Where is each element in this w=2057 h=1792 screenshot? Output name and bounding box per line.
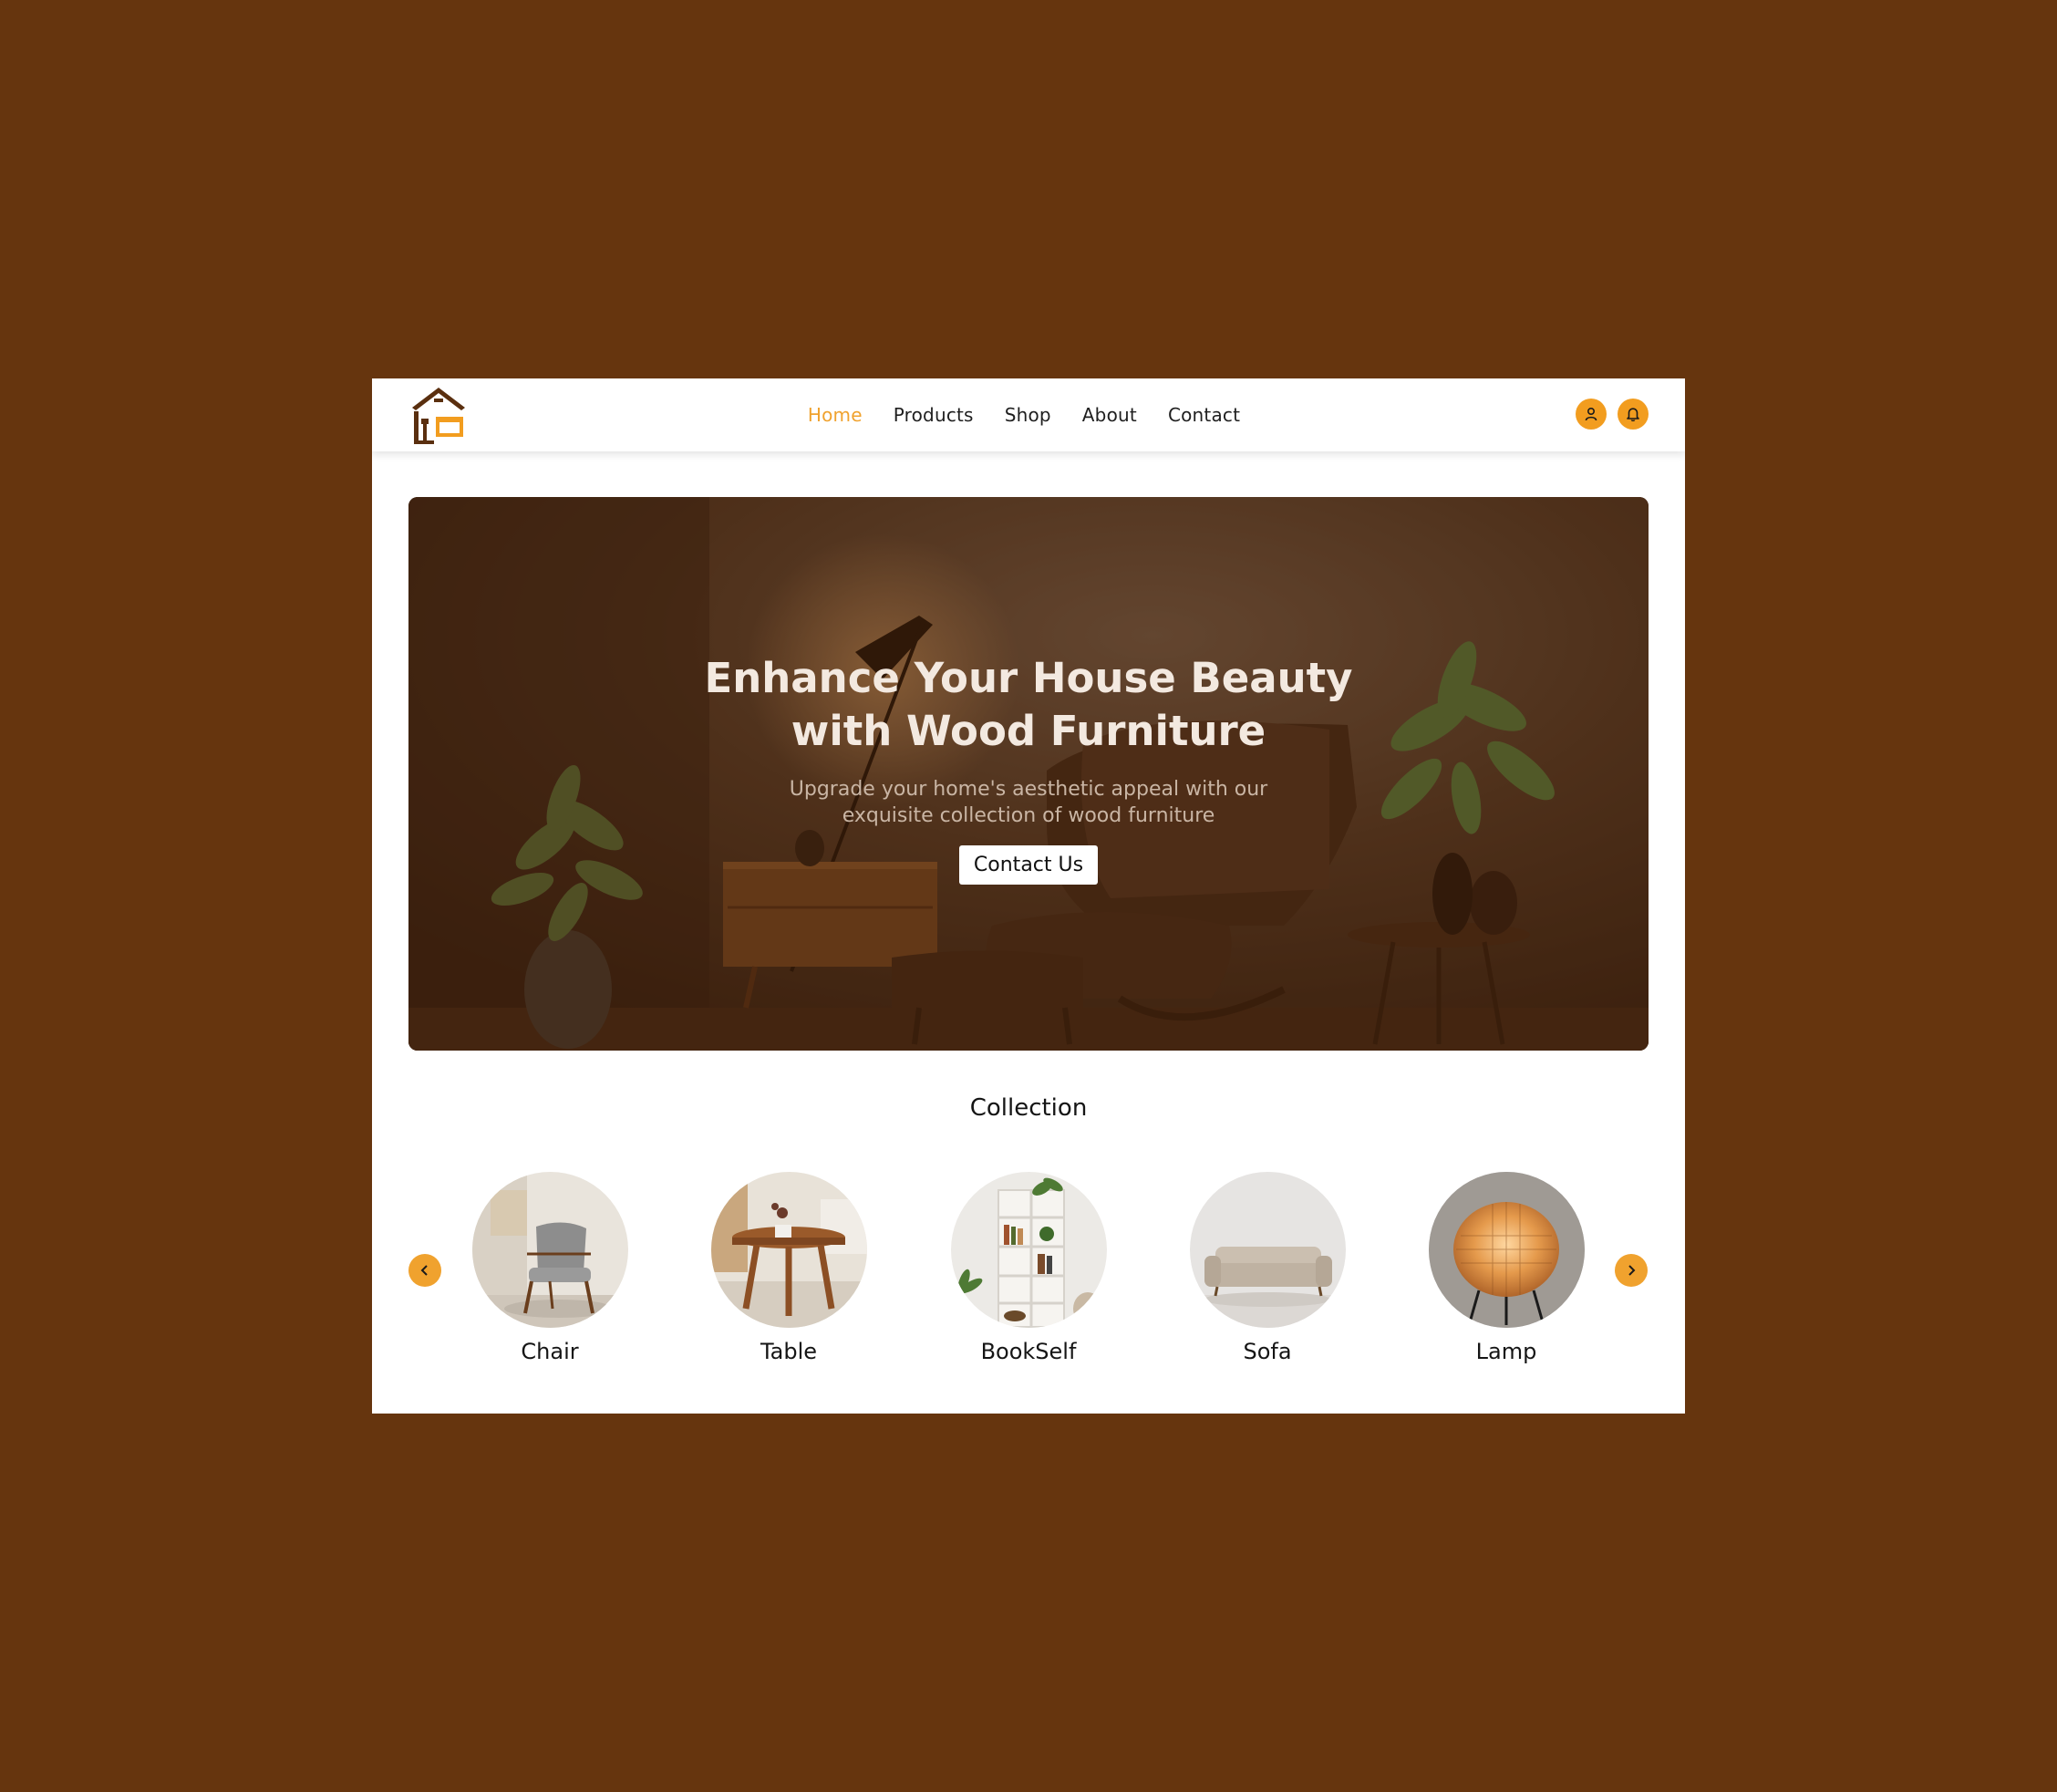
item-label: Table [760,1339,818,1364]
carousel-next-button[interactable] [1615,1254,1648,1287]
chevron-left-icon [420,1265,428,1276]
nav-menu: Home Products Shop About Contact [372,378,1685,451]
collection-item-lamp[interactable]: Lamp [1415,1172,1597,1364]
bookself-image [950,1172,1107,1328]
nav-contact[interactable]: Contact [1168,404,1240,426]
hero-banner: Enhance Your House Beauty with Wood Furn… [408,497,1649,1051]
item-label: BookSelf [980,1339,1077,1364]
item-label: Lamp [1475,1339,1537,1364]
nav-products[interactable]: Products [894,404,974,426]
hero-title: Enhance Your House Beauty with Wood Furn… [704,654,1353,755]
nav-shop[interactable]: Shop [1005,404,1051,426]
sofa-image [1189,1172,1346,1328]
notification-button[interactable] [1618,399,1649,430]
user-icon [1585,407,1597,421]
chair-image [471,1172,628,1328]
collection-item-bookself[interactable]: BookSelf [937,1172,1120,1364]
contact-us-button[interactable]: Contact Us [958,845,1099,885]
lamp-image [1428,1172,1585,1328]
nav-about[interactable]: About [1082,404,1137,426]
collection-title: Collection [969,1094,1088,1122]
navbar: Home Products Shop About Contact [372,378,1685,451]
collection-item-chair[interactable]: Chair [459,1172,641,1364]
nav-actions [1576,399,1649,430]
bell-icon [1627,408,1639,422]
page-frame: Home Products Shop About Contact Enhance… [372,378,1685,1414]
collection-item-table[interactable]: Table [698,1172,880,1364]
user-button[interactable] [1576,399,1607,430]
collection-item-sofa[interactable]: Sofa [1176,1172,1359,1364]
nav-home[interactable]: Home [808,404,863,426]
chevron-right-icon [1628,1265,1636,1276]
item-label: Chair [521,1339,579,1364]
carousel-prev-button[interactable] [408,1254,441,1287]
hero-content: Enhance Your House Beauty with Wood Furn… [408,652,1649,885]
table-image [710,1172,867,1328]
item-label: Sofa [1243,1339,1292,1364]
hero-subtitle: Upgrade your home's aesthetic appeal wit… [789,778,1268,827]
